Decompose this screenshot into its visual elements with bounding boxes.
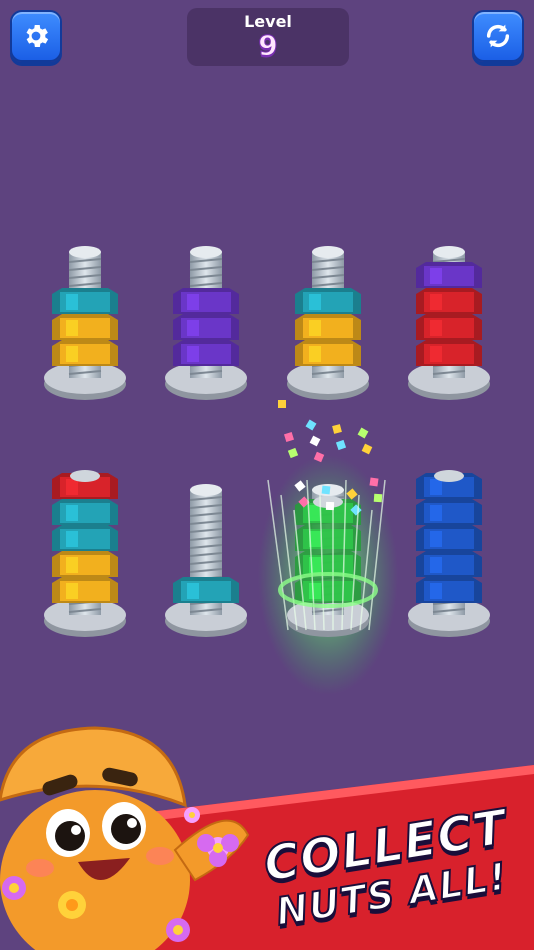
nut-purple bbox=[173, 340, 239, 366]
confetti bbox=[369, 477, 379, 487]
confetti bbox=[309, 435, 321, 447]
flower-icon bbox=[2, 876, 26, 900]
nut-purple bbox=[173, 314, 239, 340]
confetti bbox=[373, 493, 383, 503]
confetti bbox=[278, 400, 286, 408]
bolt[interactable] bbox=[44, 470, 126, 637]
nut-red bbox=[416, 288, 482, 314]
confetti bbox=[305, 419, 317, 431]
nut-green bbox=[295, 577, 361, 603]
nut-yellow bbox=[52, 314, 118, 340]
nut-yellow bbox=[52, 577, 118, 603]
nut-red bbox=[416, 340, 482, 366]
flower-icon bbox=[58, 891, 86, 919]
nut-yellow bbox=[52, 340, 118, 366]
bolt[interactable] bbox=[165, 484, 247, 637]
nut-teal bbox=[52, 525, 118, 551]
confetti bbox=[357, 427, 369, 439]
nut-purple bbox=[416, 262, 482, 288]
nut-blue bbox=[416, 577, 482, 603]
nut-teal bbox=[52, 288, 118, 314]
bolt-head bbox=[434, 470, 464, 482]
nut-blue bbox=[416, 551, 482, 577]
bolt-cap bbox=[190, 246, 222, 258]
nut-teal bbox=[52, 499, 118, 525]
bolt-cap bbox=[69, 246, 101, 258]
nut-red bbox=[416, 314, 482, 340]
nut-yellow bbox=[295, 340, 361, 366]
nut-blue bbox=[416, 499, 482, 525]
confetti bbox=[361, 443, 373, 455]
nut-blue bbox=[416, 525, 482, 551]
bolt[interactable] bbox=[408, 470, 490, 637]
flower-icon bbox=[166, 918, 190, 942]
bolt-cap bbox=[433, 246, 465, 258]
nut-purple bbox=[173, 288, 239, 314]
bolt[interactable] bbox=[165, 246, 247, 400]
bolt-cap bbox=[312, 246, 344, 258]
bolt[interactable] bbox=[408, 246, 490, 400]
bolt[interactable] bbox=[44, 246, 126, 400]
bolt[interactable] bbox=[258, 400, 398, 695]
confetti bbox=[287, 447, 299, 459]
nut-yellow bbox=[295, 314, 361, 340]
confetti bbox=[332, 424, 342, 434]
confetti bbox=[284, 432, 294, 442]
nut-yellow bbox=[52, 551, 118, 577]
bolt[interactable] bbox=[287, 246, 369, 400]
confetti bbox=[325, 501, 335, 511]
bolt-head bbox=[70, 470, 100, 482]
confetti bbox=[321, 485, 331, 495]
nut-teal bbox=[173, 577, 239, 603]
nut-teal bbox=[295, 288, 361, 314]
bolt-cap bbox=[190, 484, 222, 496]
nut-green bbox=[295, 525, 361, 551]
confetti bbox=[335, 439, 347, 451]
flower-icon bbox=[184, 807, 200, 823]
